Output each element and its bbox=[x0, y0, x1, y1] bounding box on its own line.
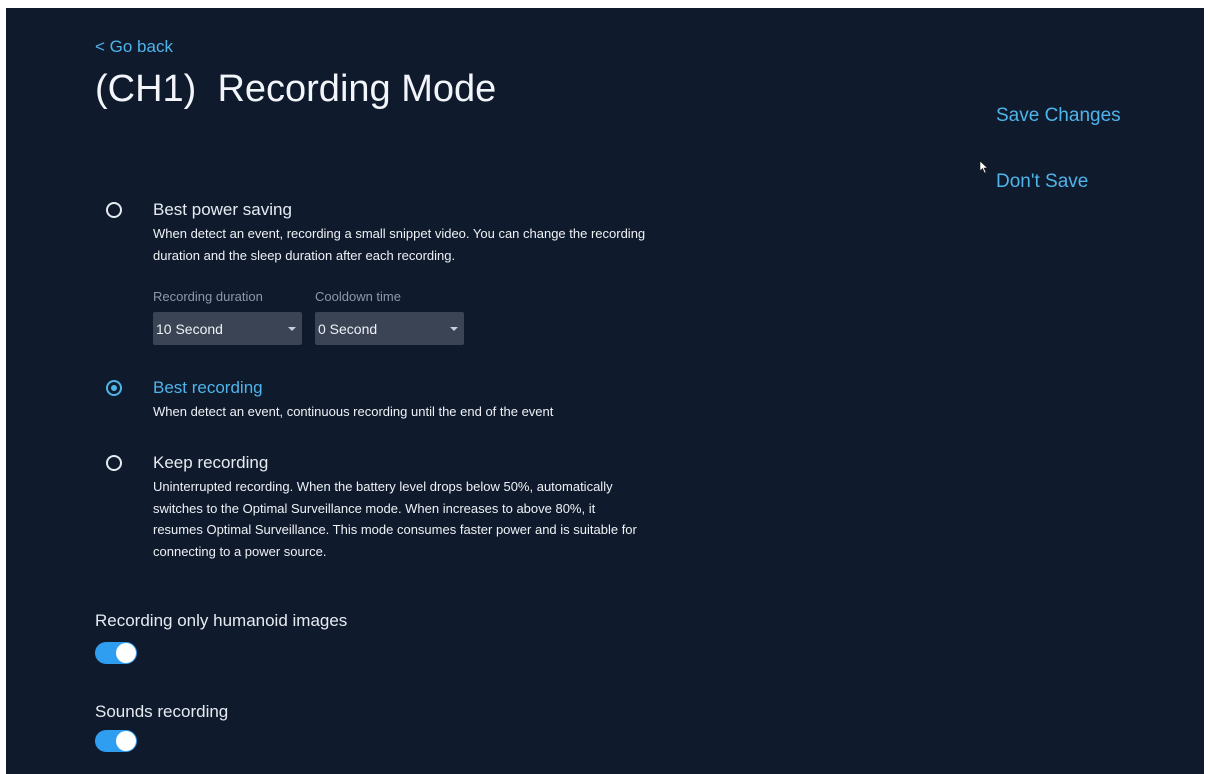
cooldown-time-value: 0 Second bbox=[318, 321, 378, 337]
go-back-link[interactable]: < Go back bbox=[95, 37, 173, 57]
cooldown-time-label: Cooldown time bbox=[315, 289, 401, 304]
option-title: Best recording bbox=[153, 378, 263, 397]
option-title: Keep recording bbox=[153, 453, 269, 472]
option-best-power-saving[interactable]: Best power saving When detect an event, … bbox=[106, 200, 666, 270]
option-best-recording[interactable]: Best recording When detect an event, con… bbox=[106, 378, 666, 426]
sounds-recording-label: Sounds recording bbox=[95, 702, 229, 721]
toggle-knob bbox=[116, 643, 136, 663]
option-description: When detect an event, recording a small … bbox=[153, 226, 646, 263]
page-title: (CH1) Recording Mode bbox=[95, 68, 497, 110]
humanoid-recording-label: Recording only humanoid images bbox=[95, 611, 348, 630]
recording-duration-label: Recording duration bbox=[153, 289, 263, 304]
caret-down-icon bbox=[288, 327, 296, 331]
option-description: When detect an event, continuous recordi… bbox=[153, 404, 554, 419]
toggle-knob bbox=[116, 731, 136, 751]
option-keep-recording[interactable]: Keep recording Uninterrupted recording. … bbox=[106, 453, 666, 568]
option-description: Uninterrupted recording. When the batter… bbox=[153, 479, 637, 559]
save-changes-button[interactable]: Save Changes bbox=[996, 105, 1121, 127]
cooldown-time-dropdown[interactable]: 0 Second bbox=[315, 312, 464, 345]
option-title: Best power saving bbox=[153, 200, 292, 219]
radio-best-power-saving[interactable] bbox=[106, 202, 122, 218]
sounds-recording-toggle[interactable] bbox=[95, 730, 137, 752]
radio-keep-recording[interactable] bbox=[106, 455, 122, 471]
caret-down-icon bbox=[450, 327, 458, 331]
recording-duration-value: 10 Second bbox=[156, 321, 223, 337]
recording-mode-screen: < Go back (CH1) Recording Mode Save Chan… bbox=[6, 8, 1204, 774]
radio-best-recording[interactable] bbox=[106, 380, 122, 396]
humanoid-recording-toggle[interactable] bbox=[95, 642, 137, 664]
mouse-pointer-icon bbox=[979, 160, 989, 174]
recording-duration-dropdown[interactable]: 10 Second bbox=[153, 312, 302, 345]
dont-save-button[interactable]: Don't Save bbox=[996, 171, 1088, 193]
